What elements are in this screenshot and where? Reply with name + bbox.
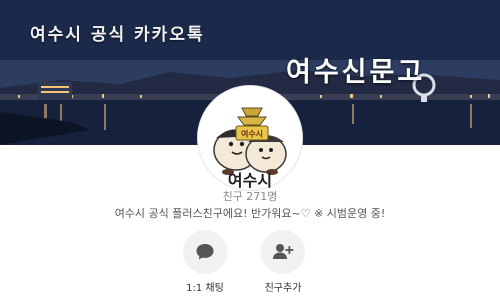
cover-title: 여수신문고 bbox=[286, 57, 426, 88]
add-friend-button[interactable]: 친구추가 bbox=[243, 230, 323, 294]
status-message: 여수시 공식 플러스친구에요! 반가워요~♡ ※ 시범운영 중! bbox=[114, 207, 386, 220]
friend-count: 친구 271명 bbox=[222, 190, 278, 203]
chat-button[interactable]: 1:1 채팅 bbox=[165, 230, 245, 294]
svg-text:여수시: 여수시 bbox=[241, 129, 263, 139]
add-friend-icon bbox=[273, 244, 294, 259]
chat-button-label: 1:1 채팅 bbox=[186, 283, 224, 294]
chat-bubble-icon bbox=[196, 244, 214, 260]
cover-subtitle: 여수시 공식 카카오톡 bbox=[30, 25, 205, 45]
add-friend-button-circle[interactable] bbox=[261, 230, 305, 274]
add-friend-label: 친구추가 bbox=[264, 283, 302, 294]
chat-button-circle[interactable] bbox=[183, 230, 227, 274]
